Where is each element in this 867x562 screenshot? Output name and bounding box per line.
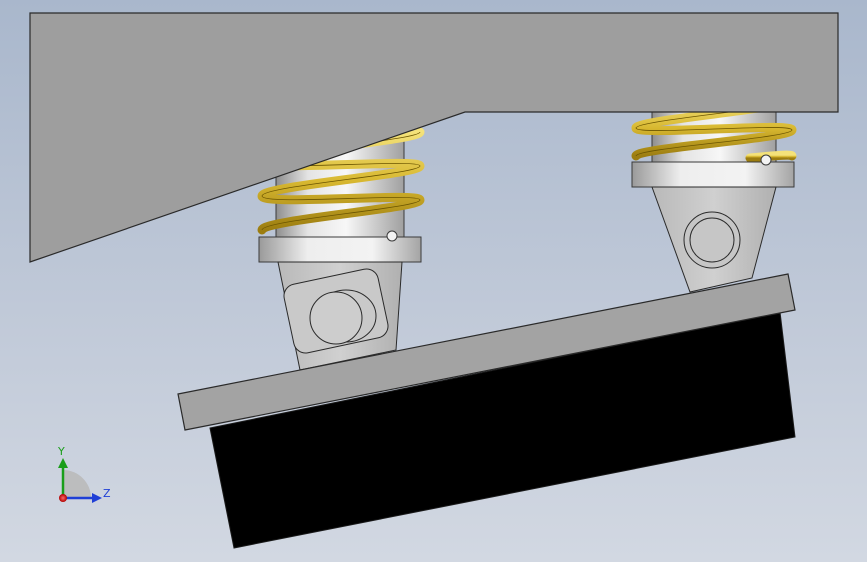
left-collar-pin <box>386 230 398 242</box>
y-axis-label: Y <box>57 445 65 458</box>
right-collar-pin <box>760 154 772 166</box>
left-hinge-boss <box>309 291 363 345</box>
cad-model-view[interactable]: Y Z <box>0 0 867 562</box>
right-hinge-boss <box>683 211 741 269</box>
right-hinge-bracket[interactable] <box>651 186 777 293</box>
left-spring-collar <box>258 236 422 263</box>
graphics-viewport[interactable]: Y Z <box>0 0 867 562</box>
y-axis-arrowhead <box>58 458 68 468</box>
z-axis-arrowhead <box>92 493 102 503</box>
z-axis-label: Z <box>103 487 111 500</box>
x-axis-origin-icon <box>59 494 67 502</box>
coordinate-triad: Y Z <box>57 445 111 503</box>
right-spring-isolator[interactable] <box>631 95 797 188</box>
triad-quadrant <box>63 470 91 498</box>
right-spring-collar <box>631 161 795 188</box>
